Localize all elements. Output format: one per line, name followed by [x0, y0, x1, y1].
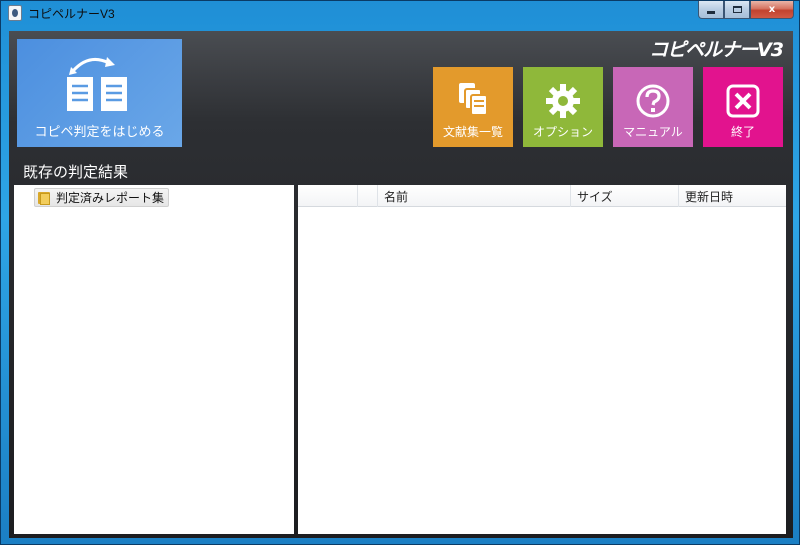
window-controls: x: [698, 1, 794, 19]
exit-label: 終了: [730, 125, 755, 139]
maximize-icon: [732, 6, 742, 13]
minimize-button[interactable]: [698, 1, 724, 19]
maximize-button[interactable]: [724, 1, 750, 19]
documents-cycle-icon: [67, 57, 127, 111]
options-label: オプション: [532, 125, 593, 139]
question-icon: [636, 84, 670, 118]
start-check-label: コピペ判定をはじめる: [34, 125, 165, 140]
column-header-blank-2[interactable]: [358, 185, 378, 207]
client-area: コピペルナーV3 コピペ判定をはじめる 文献集一覧 オプション マニュアル 終了…: [9, 31, 793, 538]
close-icon: x: [768, 4, 776, 15]
column-header-name[interactable]: 名前: [378, 185, 571, 207]
app-icon: [8, 5, 22, 21]
title-bar[interactable]: コピペルナーV3 x: [1, 1, 799, 25]
results-list[interactable]: 名前 サイズ 更新日時: [298, 185, 786, 534]
column-header-blank-1[interactable]: [298, 185, 358, 207]
tree-item-reports[interactable]: 判定済みレポート集: [34, 188, 170, 207]
options-button[interactable]: オプション: [523, 67, 603, 147]
brand-logo: コピペルナーV3: [649, 39, 784, 61]
column-header-modified[interactable]: 更新日時: [679, 185, 786, 207]
minimize-icon: [707, 11, 715, 14]
exit-button[interactable]: 終了: [703, 67, 783, 147]
gear-icon: [546, 84, 580, 118]
window-title: コピペルナーV3: [28, 7, 115, 21]
folder-icon: [37, 191, 51, 205]
section-title: 既存の判定結果: [23, 163, 129, 181]
close-button[interactable]: x: [750, 1, 794, 19]
close-box-icon: [726, 84, 760, 118]
column-header-size[interactable]: サイズ: [571, 185, 679, 207]
results-tree[interactable]: 判定済みレポート集: [14, 185, 294, 534]
manual-label: マニュアル: [623, 125, 683, 139]
manual-button[interactable]: マニュアル: [613, 67, 693, 147]
start-check-button[interactable]: コピペ判定をはじめる: [17, 39, 182, 147]
app-window: コピペルナーV3 x コピペルナーV3 コピペ判定をはじめる 文献集一覧 オプシ…: [0, 0, 800, 545]
list-header: 名前 サイズ 更新日時: [298, 185, 786, 207]
document-list-button[interactable]: 文献集一覧: [433, 67, 513, 147]
document-stack-icon: [459, 83, 488, 116]
document-list-label: 文献集一覧: [442, 125, 503, 139]
tree-item-label: 判定済みレポート集: [56, 191, 165, 205]
